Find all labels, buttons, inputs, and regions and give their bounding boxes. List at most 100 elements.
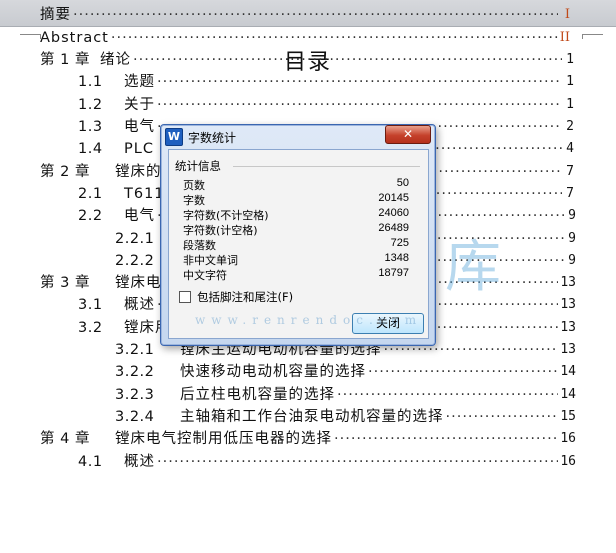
- toc-entry-number: 2.2.2: [115, 253, 155, 269]
- toc-entry-number: 3.2.4: [115, 409, 155, 425]
- toc-entry-title: 电气: [124, 119, 155, 135]
- toc-entry-number: 1.3: [78, 119, 103, 135]
- stat-row: 中文字符 18797: [183, 267, 409, 282]
- toc-leader-dots: [111, 27, 558, 49]
- stat-value: 725: [390, 237, 409, 249]
- stat-value: 20145: [378, 192, 409, 204]
- toc-entry-title: 电气: [124, 208, 155, 224]
- toc-entry-page: 1: [566, 97, 574, 112]
- toc-entry-page: 1: [566, 74, 574, 89]
- toc-entry-title: 概述: [124, 454, 155, 470]
- toc-entry-title: Abstract: [40, 30, 109, 46]
- toc-entry-title: 摘要: [40, 7, 71, 23]
- stat-label: 字符数(计空格): [183, 224, 258, 237]
- stat-row: 字符数(不计空格) 24060: [183, 207, 409, 222]
- toc-entry[interactable]: 3.2.4 主轴箱和工作台油泵电动机容量的选择 15: [115, 406, 576, 428]
- toc-entry[interactable]: 1.1 选题 1: [78, 71, 574, 93]
- toc-entry-number: 1.1: [78, 74, 103, 90]
- toc-entry-page: 1: [566, 52, 574, 67]
- toc-entry-title: T611: [124, 186, 165, 202]
- stat-label: 中文字符: [183, 269, 227, 282]
- stat-label: 字数: [183, 194, 205, 207]
- toc-entry[interactable]: 摘要 I: [40, 4, 570, 26]
- toc-entry-title: 概述: [124, 297, 155, 313]
- toc-entry[interactable]: 3.2.3 后立柱电机容量的选择 14: [115, 384, 576, 406]
- include-footnotes-option[interactable]: 包括脚注和尾注(F): [179, 289, 293, 305]
- toc-entry-number: 2.2: [78, 208, 103, 224]
- dialog-title-bar[interactable]: W 字数统计: [165, 127, 236, 147]
- toc-entry-page: II: [559, 30, 570, 45]
- toc-entry[interactable]: 1.2 关于 1: [78, 94, 574, 116]
- toc-entry-number: 第 3 章: [40, 275, 90, 291]
- toc-leader-dots: [133, 49, 562, 71]
- toc-entry[interactable]: Abstract II: [40, 27, 570, 49]
- toc-entry-title: 选题: [124, 74, 155, 90]
- toc-leader-dots: [73, 4, 558, 26]
- margin-marker-right: [582, 34, 603, 39]
- toc-entry-number: 第 2 章: [40, 164, 90, 180]
- toc-entry-page: 14: [560, 387, 576, 402]
- close-icon[interactable]: ✕: [385, 125, 431, 144]
- toc-entry-page: 4: [566, 141, 574, 156]
- toc-entry-number: 2.2.1: [115, 231, 155, 247]
- toc-leader-dots: [157, 71, 562, 93]
- toc-entry-title: 关于: [124, 97, 155, 113]
- toc-leader-dots: [337, 384, 558, 406]
- toc-entry-title: 镗床的: [115, 164, 162, 180]
- toc-entry-number: 第 1 章: [40, 52, 90, 68]
- toc-entry-title: 后立柱电机容量的选择: [180, 387, 335, 403]
- toc-entry-page: 7: [566, 164, 574, 179]
- stat-label: 非中文单词: [183, 254, 238, 267]
- toc-leader-dots: [157, 451, 558, 473]
- stat-row: 段落数 725: [183, 237, 409, 252]
- toc-entry-page: 7: [566, 186, 574, 201]
- toc-entry-page: 13: [560, 342, 576, 357]
- toc-entry-page: 15: [560, 409, 576, 424]
- toc-entry-title: 镗床电气控制用低压电器的选择: [115, 431, 332, 447]
- stat-row: 字数 20145: [183, 192, 409, 207]
- toc-entry[interactable]: 4.1 概述 16: [78, 451, 576, 473]
- toc-entry-page: 13: [560, 297, 576, 312]
- toc-entry-page: 9: [568, 253, 576, 268]
- checkbox-label: 包括脚注和尾注(F): [197, 290, 294, 304]
- toc-entry-number: 3.1: [78, 297, 103, 313]
- toc-entry-page: 9: [568, 231, 576, 246]
- toc-entry[interactable]: 第 1 章绪论 1: [40, 49, 574, 71]
- toc-entry-number: 1.4: [78, 141, 103, 157]
- include-footnotes-checkbox[interactable]: [179, 291, 191, 303]
- margin-marker-left: [20, 34, 41, 39]
- stat-label: 段落数: [183, 239, 216, 252]
- toc-leader-dots: [334, 428, 558, 450]
- toc-entry-title: 快速移动电动机容量的选择: [180, 364, 366, 380]
- toc-entry-number: 3.2: [78, 320, 103, 336]
- toc-entry-title: 主轴箱和工作台油泵电动机容量的选择: [180, 409, 444, 425]
- toc-entry-number: 2.1: [78, 186, 103, 202]
- stat-value: 18797: [378, 267, 409, 279]
- dialog-title: 字数统计: [188, 130, 237, 145]
- toc-entry-page: 9: [568, 208, 576, 223]
- toc-entry-number: 3.2.2: [115, 364, 155, 380]
- toc-leader-dots: [446, 406, 559, 428]
- stat-row: 非中文单词 1348: [183, 252, 409, 267]
- toc-entry-page: 14: [560, 364, 576, 379]
- stat-row: 字符数(计空格) 26489: [183, 222, 409, 237]
- section-divider: [233, 166, 420, 167]
- toc-leader-dots: [368, 361, 558, 383]
- stat-value: 50: [396, 177, 409, 189]
- wps-writer-icon: W: [165, 128, 183, 146]
- toc-entry-number: 1.2: [78, 97, 103, 113]
- watermark-url: www.renrendoc.com: [195, 313, 423, 327]
- stat-row: 页数 50: [183, 177, 409, 192]
- section-label: 统计信息: [175, 159, 221, 173]
- toc-leader-dots: [157, 94, 562, 116]
- toc-entry-title: 绪论: [100, 52, 131, 68]
- stat-label: 页数: [183, 179, 205, 192]
- toc-entry[interactable]: 第 4 章 镗床电气控制用低压电器的选择 16: [40, 428, 576, 450]
- stat-value: 24060: [378, 207, 409, 219]
- toc-entry-page: 16: [560, 454, 576, 469]
- toc-entry[interactable]: 3.2.2 快速移动电动机容量的选择 14: [115, 361, 576, 383]
- stat-value: 26489: [378, 222, 409, 234]
- toc-entry-number: 4.1: [78, 454, 103, 470]
- toc-entry-page: I: [564, 7, 570, 22]
- toc-entry-page: 13: [560, 275, 576, 290]
